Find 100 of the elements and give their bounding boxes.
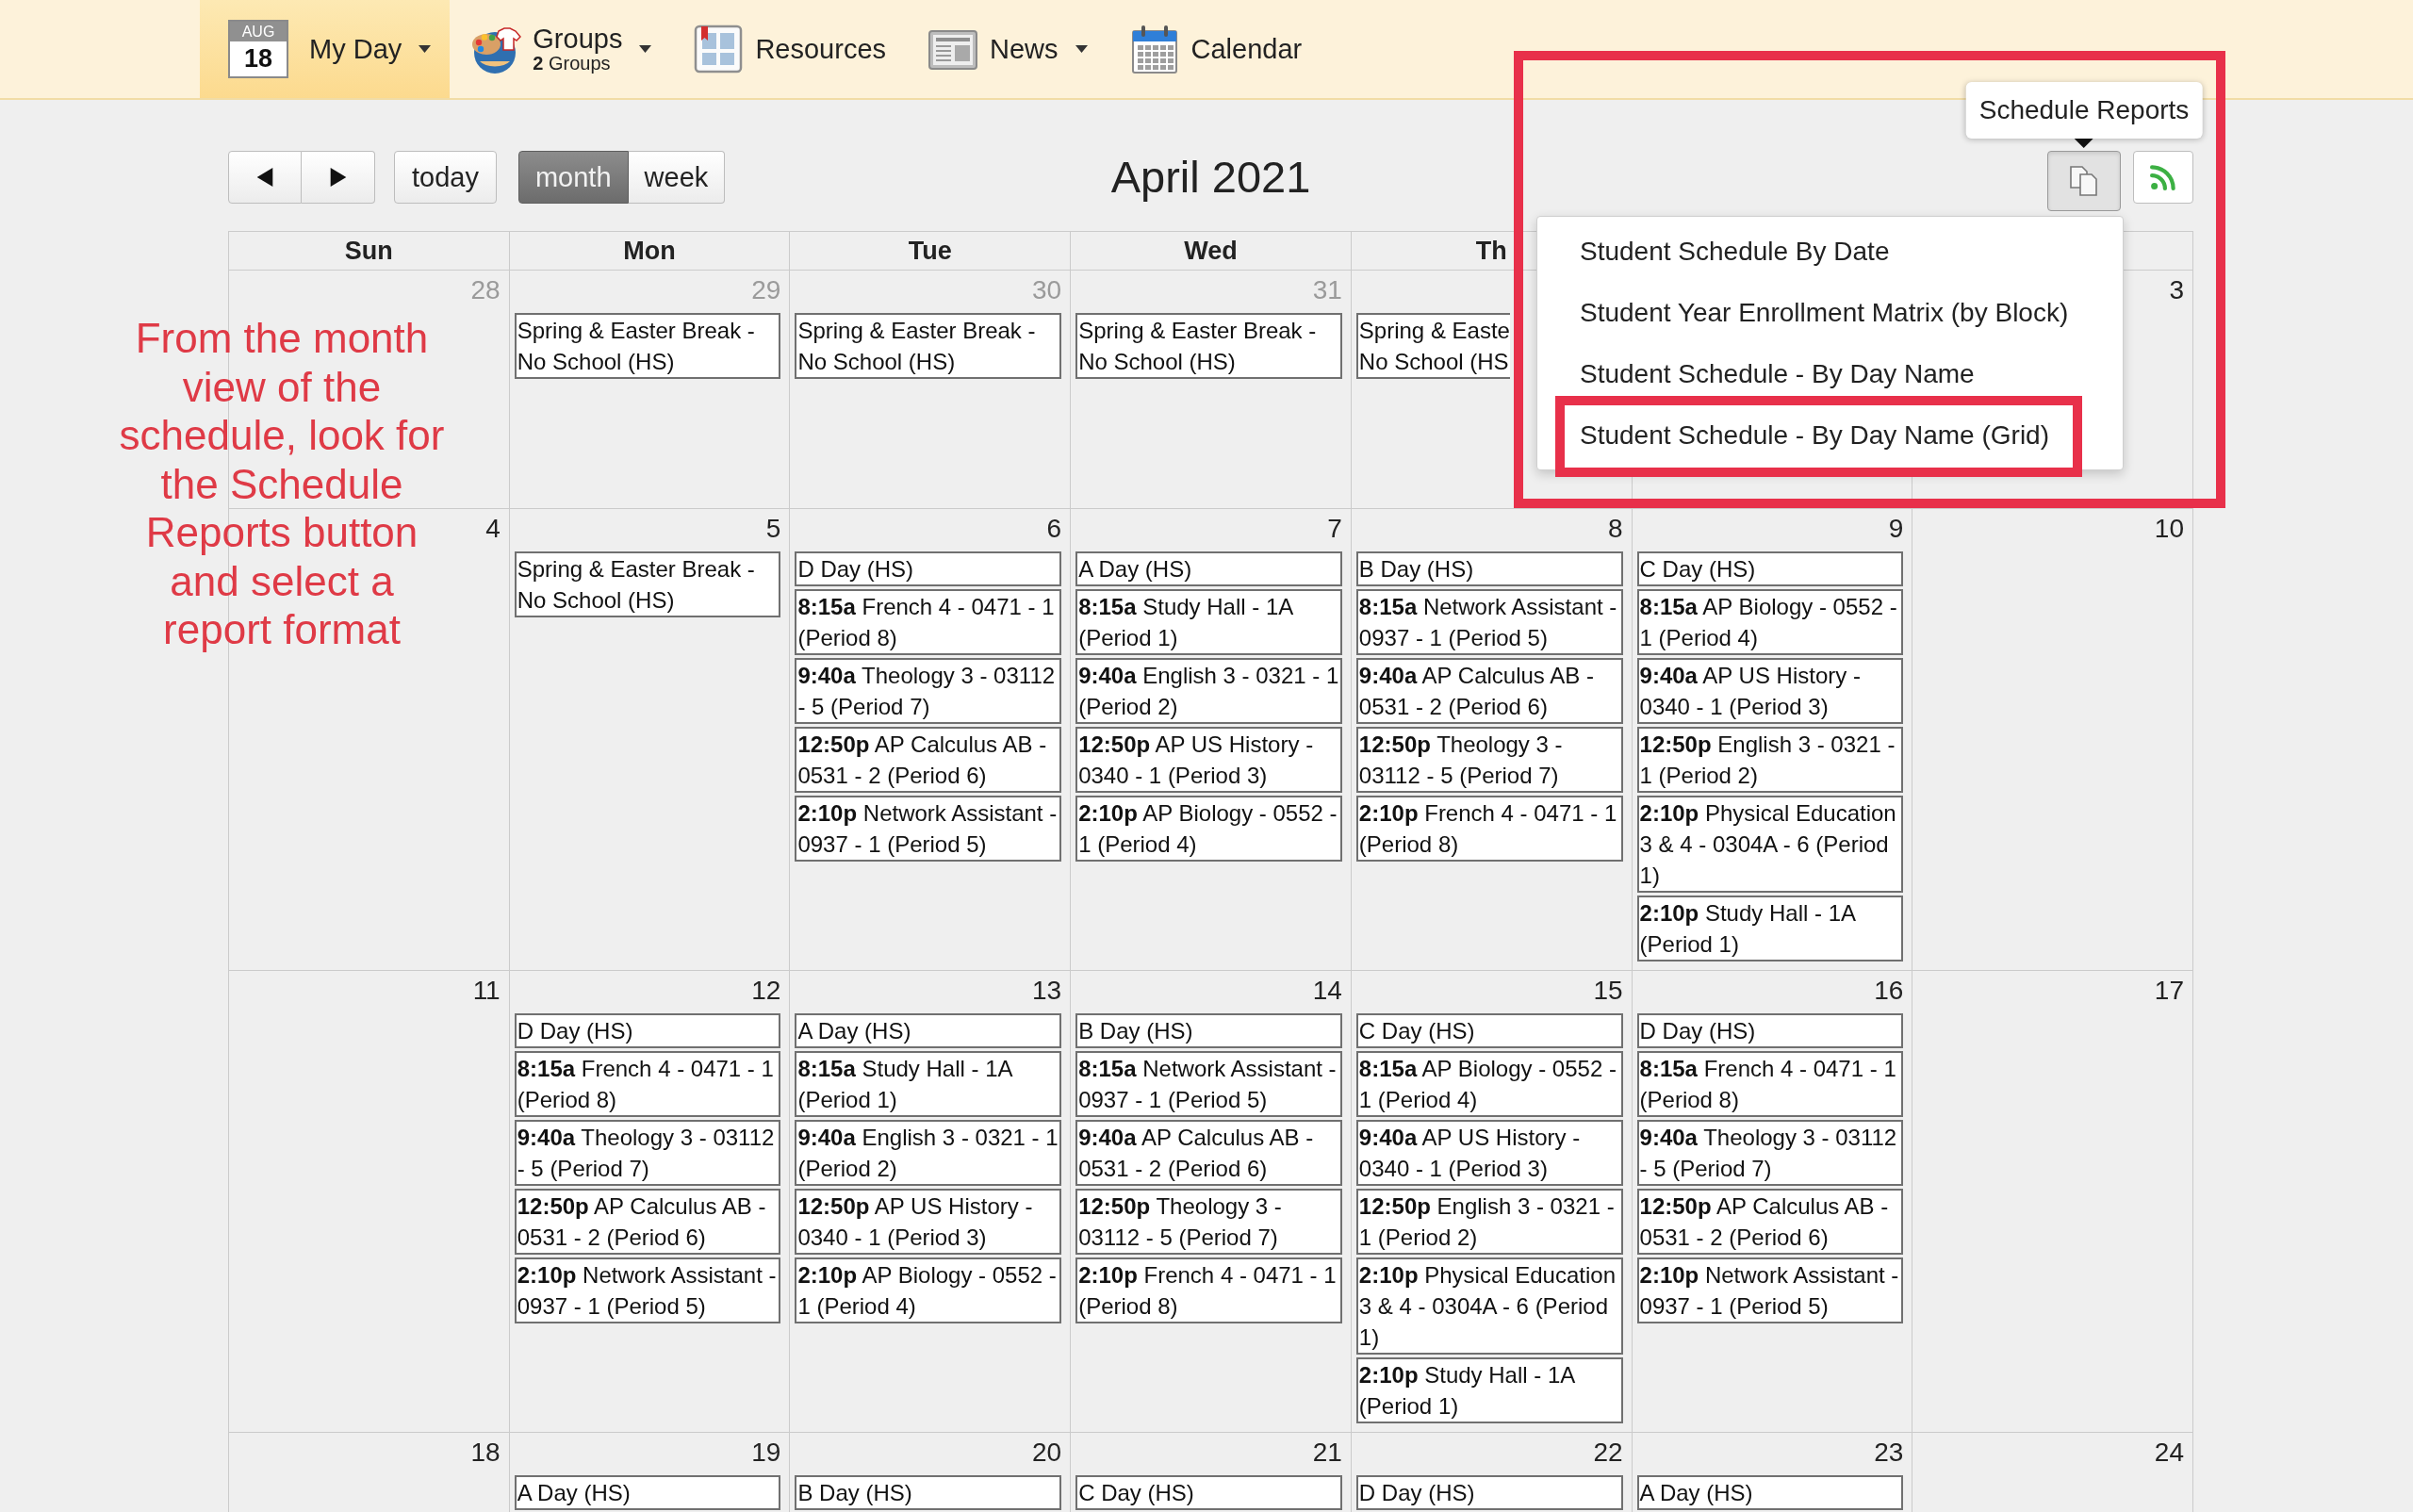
nav-tab[interactable]: Resources xyxy=(672,0,908,98)
day-number: 10 xyxy=(2154,513,2184,545)
calendar-event[interactable]: 12:50p English 3 - 0321 - 1 (Period 2) xyxy=(1355,1189,1623,1255)
nav-tab[interactable]: Groups 2 Groups xyxy=(450,0,673,98)
calendar-event[interactable]: 12:50p English 3 - 0321 - 1 (Period 2) xyxy=(1636,727,1904,793)
calendar-event[interactable]: 8:15a Network Assistant - 0937 - 1 (Period 5) xyxy=(1075,1051,1342,1117)
day-number: 21 xyxy=(1312,1437,1342,1469)
calendar-event[interactable]: 9:40a AP Calculus AB - 0531 - 2 (Period 6) xyxy=(1075,1120,1342,1186)
calendar-event[interactable]: Spring & Easte No School (HS xyxy=(1355,313,1510,379)
calendar-event[interactable]: 12:50p AP Calculus AB - 0531 - 2 (Period 6) xyxy=(1636,1189,1904,1255)
calendar-event[interactable]: D Day (HS) xyxy=(514,1013,781,1048)
calendar-event[interactable]: 2:10p Network Assistant - 0937 - 1 (Period 5) xyxy=(1636,1257,1904,1323)
day-number: 4 xyxy=(485,513,501,545)
calendar-event[interactable]: 2:10p French 4 - 0471 - 1 (Period 8) xyxy=(1075,1257,1342,1323)
calendar-event[interactable]: C Day (HS) xyxy=(1075,1475,1342,1510)
calendar-event[interactable]: 8:15a French 4 - 0471 - 1 (Period 8) xyxy=(1636,1051,1904,1117)
day-number: 31 xyxy=(1312,274,1342,306)
calendar-event[interactable]: D Day (HS) xyxy=(1355,1475,1623,1510)
calendar-event[interactable]: Spring & Easter Break - No School (HS) xyxy=(1075,313,1342,379)
calendar-event[interactable]: 9:40a Theology 3 - 03112 - 5 (Period 7) xyxy=(514,1120,781,1186)
calendar-event[interactable]: A Day (HS) xyxy=(1636,1475,1904,1510)
calendar-event[interactable]: 8:15a Study Hall - 1A (Period 1) xyxy=(795,1051,1062,1117)
calendar-event[interactable]: 2:10p French 4 - 0471 - 1 (Period 8) xyxy=(1355,796,1623,862)
calendar-event[interactable]: 8:15a French 4 - 0471 - 1 (Period 8) xyxy=(514,1051,781,1117)
reports-button[interactable] xyxy=(2047,151,2121,211)
calendar-event[interactable]: C Day (HS) xyxy=(1355,1013,1623,1048)
calendar-event[interactable]: 9:40a AP US History - 0340 - 1 (Period 3) xyxy=(1636,658,1904,724)
calendar-event[interactable]: 2:10p AP Biology - 0552 - 1 (Period 4) xyxy=(795,1257,1062,1323)
day-number: 23 xyxy=(1874,1437,1904,1469)
calendar-event[interactable]: 9:40a Theology 3 - 03112 - 5 (Period 7) xyxy=(795,658,1062,724)
calendar-event[interactable]: 8:15a AP Biology - 0552 - 1 (Period 4) xyxy=(1355,1051,1623,1117)
day-number: 17 xyxy=(2154,975,2184,1007)
calendar-event[interactable]: 12:50p AP US History - 0340 - 1 (Period 3) xyxy=(795,1189,1062,1255)
previous-button[interactable] xyxy=(228,151,302,204)
calendar-event[interactable]: A Day (HS) xyxy=(795,1013,1062,1048)
day-number: 11 xyxy=(472,975,501,1007)
calendar-event[interactable]: 2:10p Network Assistant - 0937 - 1 (Period 5) xyxy=(514,1257,781,1323)
day-number: 7 xyxy=(1327,513,1342,545)
calendar-event[interactable]: 2:10p Study Hall - 1A (Period 1) xyxy=(1355,1357,1623,1423)
menu-item[interactable]: Student Schedule - By Day Name xyxy=(1580,354,1975,393)
calendar-event[interactable]: 8:15a Network Assistant - 0937 - 1 (Period 5) xyxy=(1355,589,1623,655)
weekday-header: Sun xyxy=(344,236,393,266)
day-number: 28 xyxy=(470,274,501,306)
day-number: 15 xyxy=(1593,975,1623,1007)
bookmark-grid-icon xyxy=(693,24,745,74)
day-number: 24 xyxy=(2154,1437,2184,1469)
calendar-event[interactable]: 8:15a Study Hall - 1A (Period 1) xyxy=(1075,589,1342,655)
calendar-event[interactable]: C Day (HS) xyxy=(1636,551,1904,586)
calendar-event[interactable]: B Day (HS) xyxy=(1075,1013,1342,1048)
calendar-event[interactable]: B Day (HS) xyxy=(1355,551,1623,586)
nav-tab[interactable]: Calendar xyxy=(1108,0,1323,98)
menu-item[interactable]: Student Schedule - By Day Name (Grid) xyxy=(1580,416,2049,454)
day-number: 14 xyxy=(1312,975,1342,1007)
calendar-event[interactable]: B Day (HS) xyxy=(795,1475,1062,1510)
weekday-header: Tue xyxy=(908,236,952,266)
calendar-event[interactable]: 12:50p AP Calculus AB - 0531 - 2 (Period 6) xyxy=(795,727,1062,793)
view-toggle[interactable]: week xyxy=(628,151,726,204)
nav-tab[interactable]: AUG 18 My Day xyxy=(200,0,451,98)
calendar-event[interactable]: Spring & Easter Break - No School (HS) xyxy=(514,551,781,617)
calendar-event[interactable]: 2:10p AP Biology - 0552 - 1 (Period 4) xyxy=(1075,796,1342,862)
calendar-event[interactable]: D Day (HS) xyxy=(795,551,1062,586)
rss-feed-button[interactable] xyxy=(2133,151,2193,204)
left-triangle-icon xyxy=(256,168,273,187)
calendar-event[interactable]: 12:50p AP Calculus AB - 0531 - 2 (Period 6) xyxy=(514,1189,781,1255)
calendar-event[interactable]: 9:40a AP Calculus AB - 0531 - 2 (Period 6) xyxy=(1355,658,1623,724)
rss-icon xyxy=(2149,163,2177,191)
calendar-event[interactable]: 9:40a AP US History - 0340 - 1 (Period 3) xyxy=(1355,1120,1623,1186)
menu-item[interactable]: Student Year Enrollment Matrix (by Block) xyxy=(1580,293,2069,332)
calendar-event[interactable]: 2:10p Network Assistant - 0937 - 1 (Period 5) xyxy=(795,796,1062,862)
day-number: 13 xyxy=(1032,975,1062,1007)
day-number: 18 xyxy=(243,44,272,74)
documents-icon xyxy=(2068,165,2100,197)
calendar-event[interactable]: 9:40a English 3 - 0321 - 1 (Period 2) xyxy=(1075,658,1342,724)
calendar-event[interactable]: 8:15a AP Biology - 0552 - 1 (Period 4) xyxy=(1636,589,1904,655)
calendar-event[interactable]: A Day (HS) xyxy=(1075,551,1342,586)
calendar-event[interactable]: 9:40a English 3 - 0321 - 1 (Period 2) xyxy=(795,1120,1062,1186)
calendar-event[interactable]: 2:10p Study Hall - 1A (Period 1) xyxy=(1636,896,1904,961)
calendar-event[interactable]: D Day (HS) xyxy=(1636,1013,1904,1048)
nav-tab[interactable]: News xyxy=(907,0,1108,98)
calendar-event[interactable]: 12:50p Theology 3 - 03112 - 5 (Period 7) xyxy=(1075,1189,1342,1255)
view-toggle[interactable]: month xyxy=(517,151,629,204)
today-button[interactable]: today xyxy=(394,151,497,204)
day-number: 30 xyxy=(1032,274,1062,306)
calendar-event[interactable]: 2:10p Physical Education 3 & 4 - 0304A - 6 (Period 1) xyxy=(1636,796,1904,893)
calendar-event[interactable]: 2:10p Physical Education 3 & 4 - 0304A - 6 (Period 1) xyxy=(1355,1257,1623,1355)
day-number: 9 xyxy=(1888,513,1904,545)
calendar-event[interactable]: 12:50p AP US History - 0340 - 1 (Period 3) xyxy=(1075,727,1342,793)
calendar-event[interactable]: 12:50p Theology 3 - 03112 - 5 (Period 7) xyxy=(1355,727,1623,793)
next-button[interactable] xyxy=(302,151,375,204)
menu-item[interactable]: Student Schedule By Date xyxy=(1580,232,1890,271)
calendar-event[interactable]: A Day (HS) xyxy=(514,1475,781,1510)
weekday-header: Wed xyxy=(1184,236,1238,266)
day-number: 22 xyxy=(1593,1437,1623,1469)
calendar-event[interactable]: Spring & Easter Break - No School (HS) xyxy=(514,313,781,379)
calendar-event[interactable]: 9:40a Theology 3 - 03112 - 5 (Period 7) xyxy=(1636,1120,1904,1186)
day-number: 8 xyxy=(1608,513,1623,545)
day-number: 16 xyxy=(1874,975,1904,1007)
day-number: 12 xyxy=(751,975,781,1007)
calendar-event[interactable]: Spring & Easter Break - No School (HS) xyxy=(795,313,1062,379)
calendar-event[interactable]: 8:15a French 4 - 0471 - 1 (Period 8) xyxy=(795,589,1062,655)
